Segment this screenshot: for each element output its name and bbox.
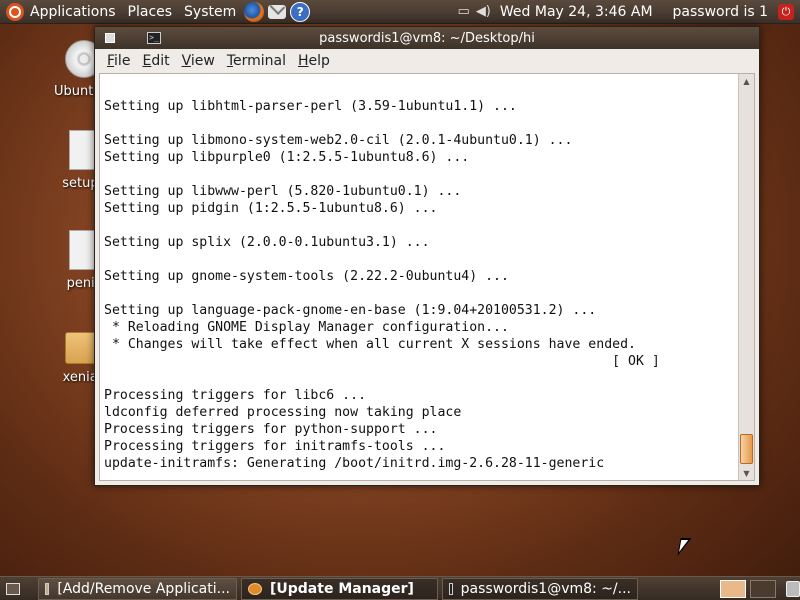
scroll-down-icon[interactable]: ▼	[739, 466, 754, 480]
window-title: passwordis1@vm8: ~/Desktop/hi	[319, 30, 535, 46]
terminal-line: Processing triggers for initramfs-tools …	[104, 439, 446, 454]
taskbar-item-label: passwordis1@vm8: ~/...	[460, 580, 631, 597]
package-icon	[45, 582, 50, 595]
bottom-panel: [Add/Remove Applicati... [Update Manager…	[0, 576, 800, 600]
terminal-window: >_ passwordis1@vm8: ~/Desktop/hi File Ed…	[94, 26, 760, 486]
workspace-1[interactable]	[720, 579, 746, 598]
applications-menu[interactable]: Applications	[24, 0, 122, 24]
mail-icon[interactable]	[268, 4, 287, 19]
taskbar-item-terminal[interactable]: passwordis1@vm8: ~/...	[442, 577, 638, 600]
terminal-text: Setting up libhtml-parser-perl (3.59-1ub…	[100, 81, 736, 472]
scrollbar-thumb[interactable]	[740, 434, 753, 464]
system-menu[interactable]: System	[178, 0, 242, 24]
scroll-up-icon[interactable]: ▲	[739, 74, 754, 88]
show-desktop-icon[interactable]	[6, 582, 20, 595]
ubuntu-logo-icon[interactable]	[6, 2, 24, 21]
terminal-line: ldconfig deferred processing now taking …	[104, 405, 462, 420]
terminal-line: Setting up libwww-perl (5.820-1ubuntu0.1…	[104, 184, 462, 199]
power-icon[interactable]: ⏻	[778, 3, 794, 20]
clock[interactable]: Wed May 24, 3:46 AM	[494, 0, 659, 24]
terminal-line: Setting up libmono-system-web2.0-cil (2.…	[104, 133, 573, 148]
window-menu-button[interactable]	[105, 33, 115, 43]
menu-bar: File Edit View Terminal Help	[95, 49, 759, 73]
menu-edit[interactable]: Edit	[136, 53, 175, 69]
help-icon[interactable]: ?	[290, 1, 311, 22]
trash-icon[interactable]	[786, 580, 800, 597]
menu-help[interactable]: Help	[292, 53, 336, 69]
terminal-icon: >_	[147, 32, 161, 44]
menu-view[interactable]: View	[176, 53, 221, 69]
terminal-line: [ OK ]	[104, 354, 660, 369]
terminal-line: Setting up language-pack-gnome-en-base (…	[104, 303, 597, 318]
terminal-icon	[449, 582, 453, 595]
terminal-line: update-initramfs: Generating /boot/initr…	[104, 456, 605, 471]
terminal-line: Processing triggers for python-support .…	[104, 422, 438, 437]
mouse-cursor-icon	[677, 538, 692, 556]
update-manager-icon	[248, 582, 262, 595]
taskbar-item-label: [Update Manager]	[270, 580, 414, 597]
taskbar-item-update-manager[interactable]: [Update Manager]	[241, 577, 438, 600]
window-title-bar[interactable]: >_ passwordis1@vm8: ~/Desktop/hi	[95, 27, 759, 49]
firefox-icon[interactable]	[244, 1, 265, 22]
network-icon[interactable]: ▭	[458, 4, 470, 19]
terminal-output[interactable]: Setting up libhtml-parser-perl (3.59-1ub…	[99, 73, 755, 481]
terminal-line: Setting up pidgin (1:2.5.5-1ubuntu8.6) .…	[104, 201, 438, 216]
terminal-line: Setting up gnome-system-tools (2.22.2-0u…	[104, 269, 509, 284]
terminal-line: Setting up libpurple0 (1:2.5.5-1ubuntu8.…	[104, 150, 470, 165]
top-panel: Applications Places System ? ▭ ◀) Wed Ma…	[0, 0, 800, 24]
terminal-line: Processing triggers for libc6 ...	[104, 388, 367, 403]
user-switcher[interactable]: password is 1	[667, 0, 774, 24]
taskbar-item-add-remove[interactable]: [Add/Remove Applicati...	[38, 577, 237, 600]
menu-terminal[interactable]: Terminal	[221, 53, 292, 69]
taskbar-item-label: [Add/Remove Applicati...	[57, 580, 230, 597]
workspace-2[interactable]	[750, 579, 776, 598]
terminal-line: Setting up libhtml-parser-perl (3.59-1ub…	[104, 99, 517, 114]
scrollbar[interactable]: ▲ ▼	[738, 74, 754, 480]
menu-file[interactable]: File	[101, 53, 136, 69]
volume-icon[interactable]: ◀)	[476, 4, 491, 19]
terminal-line: * Changes will take effect when all curr…	[104, 337, 636, 352]
terminal-line: Setting up splix (2.0.0-0.1ubuntu3.1) ..…	[104, 235, 430, 250]
terminal-line: * Reloading GNOME Display Manager config…	[104, 320, 509, 335]
places-menu[interactable]: Places	[122, 0, 179, 24]
